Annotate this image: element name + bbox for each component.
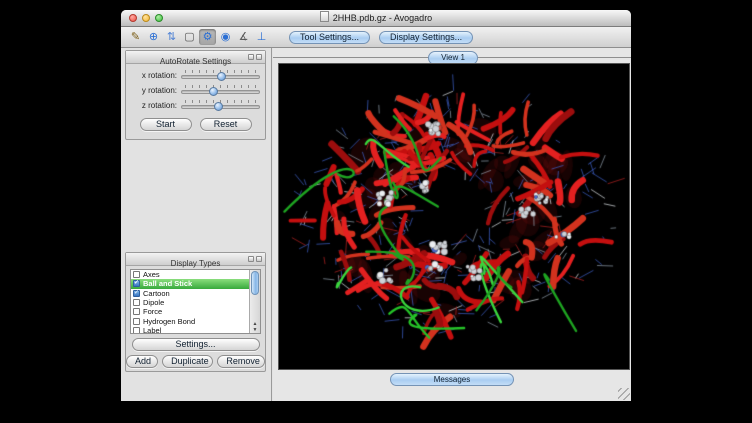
document-icon: [320, 11, 329, 22]
rotation-slider-label: z rotation:: [131, 101, 181, 110]
display-type-row[interactable]: Force: [131, 307, 249, 316]
rotation-slider[interactable]: [181, 69, 260, 82]
display-type-checkbox[interactable]: ✓: [133, 290, 140, 297]
auto-rotate-tool-icon[interactable]: ⚙: [199, 29, 216, 45]
molecule-render: [279, 64, 629, 369]
main-content: AutoRotate Settings x rotation: y rotatio…: [121, 48, 631, 401]
display-type-checkbox[interactable]: [133, 318, 140, 325]
autorotate-buttons: Start Reset: [126, 114, 265, 131]
start-button[interactable]: Start: [140, 118, 192, 131]
display-type-checkbox[interactable]: [133, 308, 140, 315]
display-type-checkbox[interactable]: [133, 271, 140, 278]
autorotate-panel-titlebar[interactable]: AutoRotate Settings: [126, 51, 265, 64]
add-button[interactable]: Add: [126, 355, 158, 368]
display-type-settings-button[interactable]: Settings...: [132, 338, 260, 351]
window-title: 2HHB.pdb.gz - Avogadro: [333, 13, 432, 23]
display-type-label: Hydrogen Bond: [143, 317, 195, 326]
duplicate-button[interactable]: Duplicate: [162, 355, 213, 368]
display-types-listbox: Axes✓Ball and Stick✓CartoonDipoleForceHy…: [130, 269, 261, 334]
toolbar: ✎⊕⇅▢⚙◉∡⊥ Tool Settings... Display Settin…: [121, 27, 631, 48]
display-types-buttons: Add Duplicate Remove: [126, 351, 265, 368]
rotation-slider[interactable]: [181, 84, 260, 97]
navigate-tool-icon[interactable]: ⊕: [145, 29, 162, 45]
reset-button[interactable]: Reset: [200, 118, 252, 131]
display-type-checkbox[interactable]: [133, 327, 140, 333]
rotation-slider[interactable]: [181, 99, 260, 112]
rotation-slider-label: x rotation:: [131, 71, 181, 80]
messages-button[interactable]: Messages: [390, 373, 514, 386]
display-types-scrollbar[interactable]: ▲▼: [249, 270, 260, 333]
display-type-label: Force: [143, 307, 162, 316]
display-type-checkbox[interactable]: [133, 299, 140, 306]
slider-thumb[interactable]: [217, 72, 226, 81]
display-type-row[interactable]: ✓Ball and Stick: [131, 279, 249, 288]
measure-tool-icon[interactable]: ∡: [235, 29, 252, 45]
window-title-area: 2HHB.pdb.gz - Avogadro: [121, 10, 631, 26]
viewport-area: View 1 Messages: [273, 48, 631, 401]
display-type-row[interactable]: Hydrogen Bond: [131, 316, 249, 325]
tool-settings-button[interactable]: Tool Settings...: [289, 31, 370, 44]
autorotate-panel-title: AutoRotate Settings: [160, 57, 231, 66]
display-type-row[interactable]: Axes: [131, 270, 249, 279]
rotation-slider-row: z rotation:: [131, 98, 260, 113]
tool-icons: ✎⊕⇅▢⚙◉∡⊥: [127, 29, 270, 45]
align-tool-icon[interactable]: ⊥: [253, 29, 270, 45]
display-type-checkbox[interactable]: ✓: [133, 280, 140, 287]
autorotate-sliders: x rotation: y rotation: z rotation:: [126, 64, 265, 114]
display-types-float-icon[interactable]: [248, 256, 254, 262]
selection-tool-icon[interactable]: ▢: [181, 29, 198, 45]
display-type-row[interactable]: ✓Cartoon: [131, 289, 249, 298]
display-type-label: Dipole: [143, 298, 164, 307]
rotation-slider-label: y rotation:: [131, 86, 181, 95]
display-types-close-icon[interactable]: [256, 256, 262, 262]
display-types-list: Axes✓Ball and Stick✓CartoonDipoleForceHy…: [131, 270, 249, 333]
display-types-panel-title: Display Types: [171, 259, 221, 268]
gl-viewport[interactable]: [278, 63, 630, 370]
display-settings-button[interactable]: Display Settings...: [379, 31, 473, 44]
avogadro-window: 2HHB.pdb.gz - Avogadro ✎⊕⇅▢⚙◉∡⊥ Tool Set…: [121, 10, 631, 401]
resize-grip[interactable]: [618, 388, 630, 400]
display-type-row[interactable]: Dipole: [131, 298, 249, 307]
display-types-panel: Display Types Axes✓Ball and Stick✓Cartoo…: [125, 252, 266, 372]
display-types-panel-titlebar[interactable]: Display Types: [126, 253, 265, 266]
display-type-label: Cartoon: [143, 289, 170, 298]
scroll-down-icon[interactable]: ▼: [253, 327, 258, 333]
draw-tool-icon[interactable]: ✎: [127, 29, 144, 45]
autorotate-close-icon[interactable]: [256, 54, 262, 60]
scrollbar-thumb[interactable]: [251, 271, 259, 295]
left-dock: AutoRotate Settings x rotation: y rotatio…: [121, 48, 272, 401]
rotation-slider-row: y rotation:: [131, 83, 260, 98]
title-bar[interactable]: 2HHB.pdb.gz - Avogadro: [121, 10, 631, 27]
zoom-tool-icon[interactable]: ⇅: [163, 29, 180, 45]
slider-thumb[interactable]: [209, 87, 218, 96]
autorotate-panel: AutoRotate Settings x rotation: y rotatio…: [125, 50, 266, 140]
display-type-row[interactable]: Label: [131, 326, 249, 333]
display-type-label: Label: [143, 326, 161, 333]
display-type-label: Ball and Stick: [143, 279, 192, 288]
display-type-label: Axes: [143, 270, 160, 279]
autorotate-float-icon[interactable]: [248, 54, 254, 60]
auto-optimize-tool-icon[interactable]: ◉: [217, 29, 234, 45]
slider-thumb[interactable]: [214, 102, 223, 111]
remove-button[interactable]: Remove: [217, 355, 265, 368]
rotation-slider-row: x rotation:: [131, 68, 260, 83]
